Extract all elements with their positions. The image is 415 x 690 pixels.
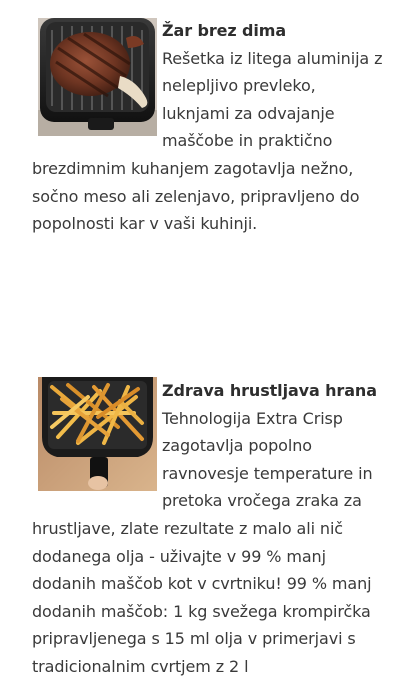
- french-fries-image: [38, 377, 157, 491]
- grilled-steak-in-basket-icon: [38, 18, 157, 136]
- feature-healthy-crispy-food: Zdrava hrustljava hrana Tehnologija Extr…: [32, 377, 387, 681]
- french-fries-in-basket-icon: [38, 377, 157, 491]
- grilled-steak-image: [38, 18, 157, 136]
- feature-smokeless-grill: Žar brez dima Rešetka iz litega aluminij…: [32, 17, 387, 238]
